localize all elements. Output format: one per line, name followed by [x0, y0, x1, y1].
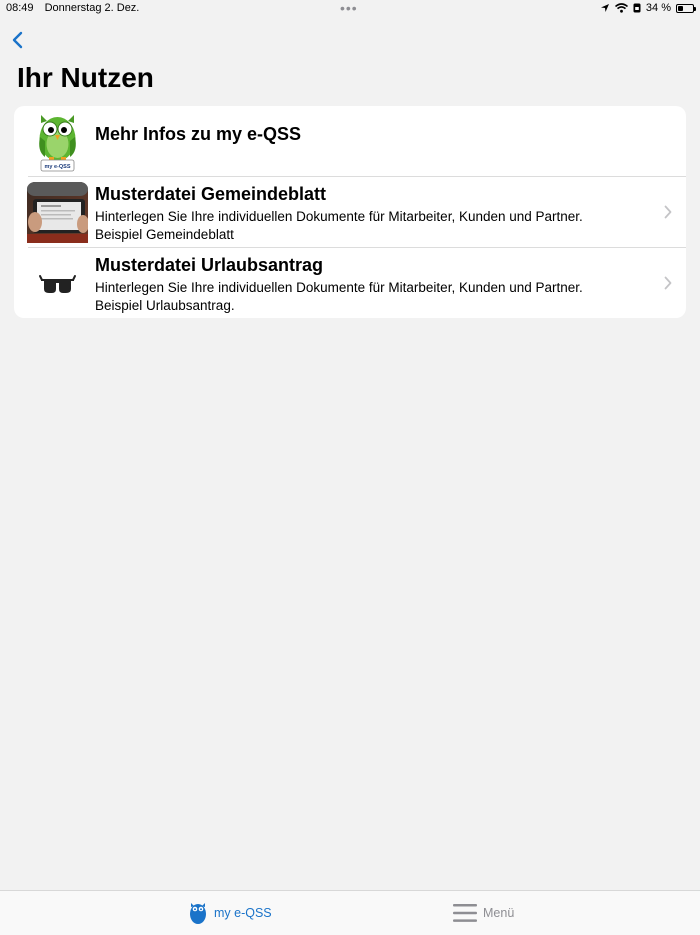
glasses-icon	[39, 275, 76, 293]
list-item-description: Hinterlegen Sie Ihre individuellen Dokum…	[95, 208, 583, 244]
chevron-right-icon	[664, 276, 672, 290]
page-title: Ihr Nutzen	[17, 62, 154, 93]
owl-tab-icon	[190, 903, 206, 924]
battery-percent: 34 %	[645, 2, 671, 14]
list-item-title: Musterdatei Gemeindeblatt	[95, 184, 327, 204]
tab-menu[interactable]: Menü	[453, 891, 514, 935]
list-item-title: Musterdatei Urlaubsantrag	[95, 255, 324, 275]
list-item-urlaubsantrag[interactable]: Musterdatei Urlaubsantrag Hinterlegen Si…	[14, 248, 686, 318]
list-card: my e-QSS Mehr Infos zu my e-QSS Musterda…	[14, 106, 686, 318]
list-item-description-line: Hinterlegen Sie Ihre individuellen Dokum…	[95, 209, 583, 224]
list-item-subtitle: Beispiel Urlaubsantrag.	[95, 298, 235, 313]
list-item-gemeindeblatt[interactable]: Musterdatei Gemeindeblatt Hinterlegen Si…	[14, 177, 686, 247]
battery-level-fill	[678, 5, 683, 11]
list-item-mehr-infos[interactable]: my e-QSS Mehr Infos zu my e-QSS	[14, 106, 686, 176]
location-icon	[600, 4, 609, 12]
owl-badge-text: my e-QSS	[45, 164, 71, 170]
tab-label: Menü	[483, 906, 515, 920]
status-date: Donnerstag 2. Dez.	[44, 2, 140, 14]
list-item-subtitle: Beispiel Gemeindeblatt	[95, 227, 234, 242]
hamburger-menu-icon	[453, 904, 477, 922]
lock-rotation-icon	[633, 3, 641, 13]
tablet-photo-thumbnail	[27, 182, 88, 243]
tab-my-eqss[interactable]: my e-QSS	[188, 891, 272, 935]
owl-mascot-icon: my e-QSS	[39, 115, 76, 172]
battery-icon	[676, 3, 696, 13]
list-item-description: Hinterlegen Sie Ihre individuellen Dokum…	[95, 279, 583, 315]
status-bar: 08:49 Donnerstag 2. Dez. ••• 34 %	[0, 0, 700, 20]
list-item-title: Mehr Infos zu my e-QSS	[95, 124, 302, 144]
chevron-right-icon	[664, 205, 672, 219]
wifi-icon	[614, 3, 628, 13]
status-right: 34 %	[600, 2, 696, 14]
list-item-description-line: Hinterlegen Sie Ihre individuellen Dokum…	[95, 280, 583, 295]
status-left: 08:49 Donnerstag 2. Dez.	[6, 2, 139, 14]
back-chevron-icon[interactable]	[8, 28, 30, 52]
tab-label: my e-QSS	[214, 906, 272, 920]
status-time: 08:49	[6, 2, 34, 14]
multitasking-dots[interactable]: •••	[340, 0, 358, 16]
tab-bar: my e-QSS Menü	[0, 890, 700, 935]
